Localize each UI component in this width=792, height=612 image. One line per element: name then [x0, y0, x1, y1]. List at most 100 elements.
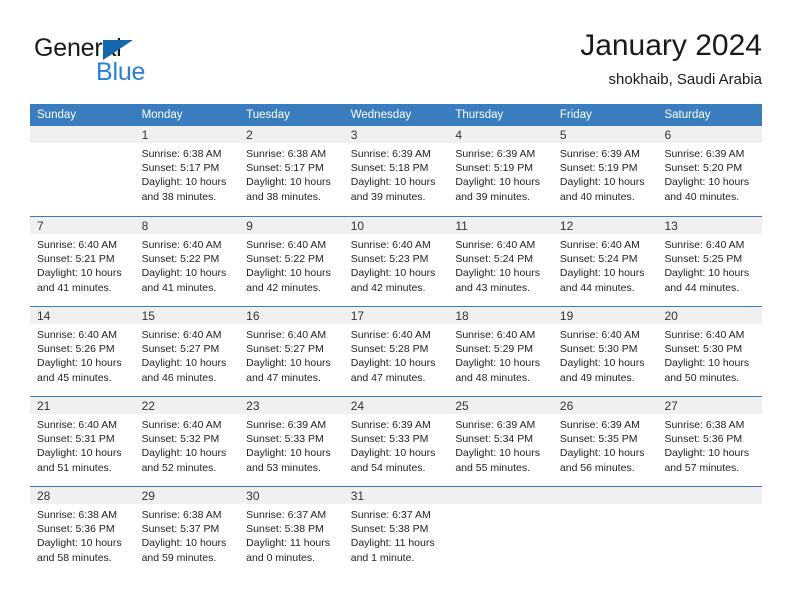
day-number-band: 13: [657, 217, 763, 234]
calendar-day-cell[interactable]: 17 Sunrise: 6:40 AM Sunset: 5:28 PM Dayligh…: [343, 307, 449, 396]
calendar-weeks: 1 Sunrise: 6:38 AM Sunset: 5:17 PM Daylight…: [30, 126, 763, 576]
sunrise-text: Sunrise: 6:39 AM: [559, 148, 640, 160]
day-number-band: [552, 487, 658, 504]
daylight-text-line1: Daylight: 10 hours: [246, 447, 331, 460]
weekday-header-saturday: Saturday: [664, 109, 711, 121]
calendar-day-cell[interactable]: 7 Sunrise: 6:40 AM Sunset: 5:21 PM Daylight…: [30, 217, 135, 306]
day-number-band: 21: [30, 397, 135, 414]
sunset-text: Sunset: 5:26 PM: [37, 343, 115, 356]
sunrise-text: Sunrise: 6:40 AM: [37, 239, 117, 251]
sunrise-text: Sunrise: 6:40 AM: [141, 329, 222, 341]
calendar-day-cell[interactable]: 20 Sunrise: 6:40 AM Sunset: 5:30 PM Dayligh…: [657, 307, 763, 396]
calendar-day-cell[interactable]: 11 Sunrise: 6:40 AM Sunset: 5:24 PM Dayligh…: [448, 217, 553, 306]
calendar-day-cell[interactable]: 10 Sunrise: 6:40 AM Sunset: 5:23 PM Dayligh…: [343, 217, 449, 306]
calendar-day-cell[interactable]: 3 Sunrise: 6:39 AM Sunset: 5:18 PM Daylight…: [343, 126, 449, 216]
daylight-text-line2: and 39 minutes.: [350, 190, 426, 203]
day-sun-info: Sunrise: 6:40 AM Sunset: 5:30 PM Daylight:…: [657, 324, 762, 385]
daylight-text-line1: Daylight: 10 hours: [559, 357, 645, 370]
calendar-day-cell[interactable]: 26 Sunrise: 6:39 AM Sunset: 5:35 PM Dayligh…: [552, 397, 658, 486]
day-number: 20: [664, 309, 678, 323]
calendar-day-cell[interactable]: 31 Sunrise: 6:37 AM Sunset: 5:38 PM Dayligh…: [343, 487, 449, 576]
day-sun-info: Sunrise: 6:40 AM Sunset: 5:29 PM Daylight:…: [448, 324, 553, 385]
sunrise-text: Sunrise: 6:40 AM: [246, 329, 327, 341]
daylight-text-line1: Daylight: 10 hours: [141, 447, 227, 460]
calendar-day-cell[interactable]: 9 Sunrise: 6:40 AM Sunset: 5:22 PM Daylight…: [239, 217, 344, 306]
day-sun-info: Sunrise: 6:38 AM Sunset: 5:37 PM Daylight:…: [135, 504, 240, 565]
daylight-text-line2: and 40 minutes.: [559, 190, 635, 203]
sunset-text: Sunset: 5:27 PM: [141, 343, 220, 356]
page-title: January 2024: [580, 29, 762, 62]
day-number: 26: [559, 399, 574, 413]
day-sun-info: Sunrise: 6:38 AM Sunset: 5:36 PM Daylight:…: [30, 504, 135, 565]
sunset-text: Sunset: 5:22 PM: [141, 253, 220, 266]
calendar-day-cell[interactable]: 30 Sunrise: 6:37 AM Sunset: 5:38 PM Dayligh…: [239, 487, 344, 576]
calendar-day-cell[interactable]: 12 Sunrise: 6:40 AM Sunset: 5:24 PM Dayligh…: [552, 217, 658, 306]
calendar-day-cell[interactable]: 6 Sunrise: 6:39 AM Sunset: 5:20 PM Daylight…: [657, 126, 763, 216]
day-number: 11: [455, 219, 468, 233]
calendar-day-cell[interactable]: 15 Sunrise: 6:40 AM Sunset: 5:27 PM Dayligh…: [134, 307, 240, 396]
day-number: 27: [664, 399, 678, 413]
day-sun-info: Sunrise: 6:40 AM Sunset: 5:21 PM Daylight:…: [30, 234, 135, 295]
daylight-text-line2: and 39 minutes.: [455, 190, 531, 203]
sunrise-text: Sunrise: 6:38 AM: [664, 419, 745, 431]
day-number-band: 28: [30, 487, 135, 504]
day-sun-info: Sunrise: 6:40 AM Sunset: 5:31 PM Daylight:…: [30, 414, 135, 475]
sunrise-text: Sunrise: 6:38 AM: [141, 509, 222, 521]
sunset-text: Sunset: 5:22 PM: [246, 253, 324, 266]
daylight-text-line2: and 40 minutes.: [664, 190, 740, 203]
calendar-day-cell[interactable]: 19 Sunrise: 6:40 AM Sunset: 5:30 PM Dayligh…: [552, 307, 658, 396]
calendar-day-cell[interactable]: 22 Sunrise: 6:40 AM Sunset: 5:32 PM Dayligh…: [134, 397, 240, 486]
daylight-text-line1: Daylight: 10 hours: [455, 357, 540, 370]
day-sun-info: Sunrise: 6:40 AM Sunset: 5:24 PM Daylight:…: [553, 234, 658, 295]
day-sun-info: Sunrise: 6:37 AM Sunset: 5:38 PM Daylight:…: [239, 504, 344, 565]
day-sun-info: Sunrise: 6:40 AM Sunset: 5:27 PM Daylight:…: [239, 324, 344, 385]
day-number: 17: [350, 309, 365, 323]
daylight-text-line2: and 56 minutes.: [559, 461, 635, 474]
sunrise-text: Sunrise: 6:38 AM: [37, 509, 117, 521]
day-sun-info: Sunrise: 6:38 AM Sunset: 5:17 PM Daylight:…: [239, 143, 344, 204]
calendar-day-cell[interactable]: 16 Sunrise: 6:40 AM Sunset: 5:27 PM Dayligh…: [239, 307, 344, 396]
day-number-band: 30: [239, 487, 344, 504]
calendar-day-cell[interactable]: 14 Sunrise: 6:40 AM Sunset: 5:26 PM Dayligh…: [30, 307, 135, 396]
sunrise-text: Sunrise: 6:37 AM: [246, 509, 327, 521]
calendar-week-row: 1 Sunrise: 6:38 AM Sunset: 5:17 PM Daylight…: [30, 126, 763, 216]
calendar-day-cell[interactable]: 2 Sunrise: 6:38 AM Sunset: 5:17 PM Daylight…: [239, 126, 344, 216]
sunrise-text: Sunrise: 6:40 AM: [141, 239, 222, 251]
sunrise-text: Sunrise: 6:39 AM: [350, 419, 431, 431]
day-number-band: 24: [343, 397, 449, 414]
calendar-day-cell[interactable]: 8 Sunrise: 6:40 AM Sunset: 5:22 PM Daylight…: [134, 217, 240, 306]
general-blue-logo[interactable]: General Blue: [34, 34, 234, 90]
day-number: 14: [37, 309, 51, 323]
day-number-band: 4: [448, 126, 553, 143]
logo-text-blue: Blue: [96, 58, 146, 86]
calendar-day-cell[interactable]: 1 Sunrise: 6:38 AM Sunset: 5:17 PM Daylight…: [134, 126, 240, 216]
daylight-text-line1: Daylight: 10 hours: [37, 357, 122, 370]
calendar-day-cell[interactable]: 23 Sunrise: 6:39 AM Sunset: 5:33 PM Dayligh…: [239, 397, 344, 486]
day-number-band: 7: [30, 217, 135, 234]
calendar-day-cell[interactable]: 21 Sunrise: 6:40 AM Sunset: 5:31 PM Dayligh…: [30, 397, 135, 486]
calendar-day-cell[interactable]: 4 Sunrise: 6:39 AM Sunset: 5:19 PM Daylight…: [448, 126, 553, 216]
weekday-header-friday: Friday: [559, 109, 592, 121]
sunset-text: Sunset: 5:31 PM: [37, 433, 115, 446]
day-number: 8: [141, 219, 149, 233]
daylight-text-line2: and 52 minutes.: [141, 461, 217, 474]
sunrise-text: Sunrise: 6:40 AM: [350, 329, 431, 341]
calendar-day-cell[interactable]: 25 Sunrise: 6:39 AM Sunset: 5:34 PM Dayligh…: [448, 397, 553, 486]
calendar-day-cell-empty: [552, 487, 658, 576]
day-number: 23: [246, 399, 260, 413]
calendar-day-cell[interactable]: 29 Sunrise: 6:38 AM Sunset: 5:37 PM Dayligh…: [134, 487, 240, 576]
calendar-day-cell[interactable]: 18 Sunrise: 6:40 AM Sunset: 5:29 PM Dayligh…: [448, 307, 553, 396]
day-number-band: 18: [448, 307, 553, 324]
calendar-day-cell[interactable]: 27 Sunrise: 6:38 AM Sunset: 5:36 PM Dayligh…: [657, 397, 763, 486]
day-number: 4: [455, 128, 462, 142]
calendar-day-cell[interactable]: 13 Sunrise: 6:40 AM Sunset: 5:25 PM Dayligh…: [657, 217, 763, 306]
daylight-text-line1: Daylight: 10 hours: [350, 267, 436, 280]
daylight-text-line2: and 54 minutes.: [350, 461, 426, 474]
weekday-header-thursday: Thursday: [455, 109, 504, 121]
calendar-day-cell[interactable]: 5 Sunrise: 6:39 AM Sunset: 5:19 PM Daylight…: [552, 126, 658, 216]
sunset-text: Sunset: 5:38 PM: [246, 523, 324, 536]
day-number-band: 16: [239, 307, 344, 324]
day-number: 25: [455, 399, 469, 413]
calendar-day-cell[interactable]: 28 Sunrise: 6:38 AM Sunset: 5:36 PM Dayligh…: [30, 487, 135, 576]
calendar-day-cell[interactable]: 24 Sunrise: 6:39 AM Sunset: 5:33 PM Dayligh…: [343, 397, 449, 486]
